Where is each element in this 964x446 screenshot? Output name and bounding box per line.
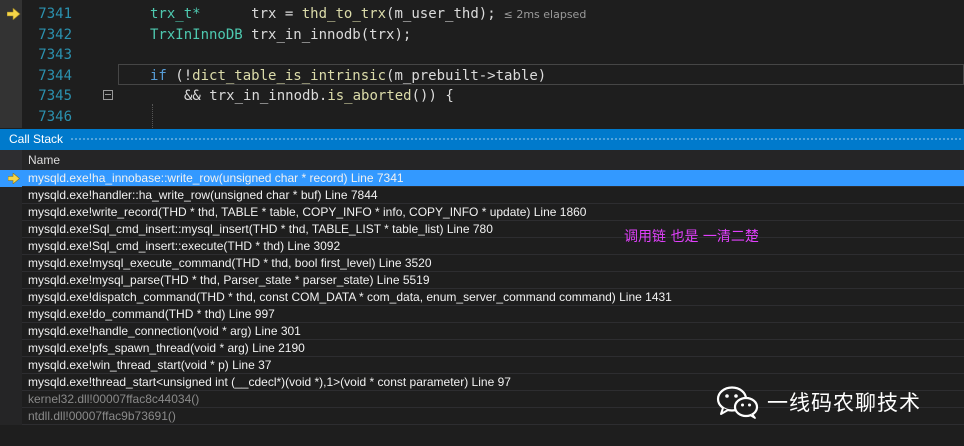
code-token: dict_table_is_intrinsic	[192, 67, 387, 84]
panel-drag-grip[interactable]	[70, 137, 962, 142]
code-token: ()) {	[411, 88, 454, 104]
code-token: (trx);	[360, 26, 412, 43]
code-token: (m_prebuilt->	[386, 67, 496, 84]
stack-frame[interactable]: mysqld.exe!mysql_parse(THD * thd, Parser…	[0, 272, 964, 289]
stack-frame[interactable]: mysqld.exe!Sql_cmd_insert::mysql_insert(…	[0, 221, 964, 238]
frame-gutter	[0, 374, 22, 391]
stack-frame[interactable]: mysqld.exe!handle_connection(void * arg)…	[0, 323, 964, 340]
code-token: trx_in_innodb	[209, 88, 319, 104]
frame-gutter	[0, 306, 22, 323]
wechat-icon	[716, 386, 759, 419]
frame-name: mysqld.exe!Sql_cmd_insert::execute(THD *…	[28, 239, 341, 253]
stack-frame[interactable]: mysqld.exe!win_thread_start(void * p) Li…	[0, 357, 964, 374]
stack-frame-current[interactable]: mysqld.exe!ha_innobase::write_row(unsign…	[0, 170, 964, 187]
frame-name: kernel32.dll!00007ffac8c44034()	[28, 392, 200, 406]
frame-name: ntdll.dll!00007ffac9b73691()	[28, 409, 176, 423]
code-line[interactable]: 7345 && trx_in_innodb.is_aborted()) {	[0, 86, 964, 106]
line-number: 7344	[38, 67, 72, 84]
frame-name: mysqld.exe!mysql_execute_command(THD * t…	[28, 256, 432, 270]
frame-gutter	[0, 255, 22, 272]
column-name-header[interactable]: Name	[28, 150, 60, 170]
frame-gutter	[0, 187, 22, 204]
frame-name: mysqld.exe!ha_innobase::write_row(unsign…	[28, 171, 404, 185]
frame-name: mysqld.exe!dispatch_command(THD * thd, c…	[28, 290, 672, 304]
stack-frame[interactable]: mysqld.exe!do_command(THD * thd) Line 99…	[0, 306, 964, 323]
frame-name: mysqld.exe!write_record(THD * thd, TABLE…	[28, 205, 587, 219]
stack-frame[interactable]: mysqld.exe!pfs_spawn_thread(void * arg) …	[0, 340, 964, 357]
line-number: 7341	[38, 6, 72, 22]
stack-frame[interactable]: mysqld.exe!mysql_execute_command(THD * t…	[0, 255, 964, 272]
code-text: trx_t* trx = thd_to_trx(m_user_thd); ≤ 2m…	[150, 4, 586, 25]
line-number: 7342	[38, 26, 72, 43]
line-number: 7346	[38, 108, 72, 125]
frame-gutter	[0, 204, 22, 221]
watermark: 一线码农聊技术	[715, 384, 921, 420]
code-token: thd_to_trx	[301, 6, 387, 22]
frame-name: mysqld.exe!Sql_cmd_insert::mysql_insert(…	[28, 222, 493, 236]
code-token: trx	[251, 6, 277, 22]
code-token: )	[537, 67, 547, 84]
frame-name: mysqld.exe!handler::ha_write_row(unsigne…	[28, 188, 378, 202]
watermark-text: 一线码农聊技术	[767, 391, 921, 415]
stack-frame[interactable]: mysqld.exe!dispatch_command(THD * thd, c…	[0, 289, 964, 306]
code-text: && trx_in_innodb.is_aborted()) {	[184, 86, 454, 106]
code-editor[interactable]: 7341 trx_t* trx = thd_to_trx(m_user_thd);…	[0, 0, 964, 128]
frame-name: mysqld.exe!win_thread_start(void * p) Li…	[28, 358, 272, 372]
code-line[interactable]: 7341 trx_t* trx = thd_to_trx(m_user_thd);…	[0, 4, 964, 24]
code-token: if	[150, 67, 167, 84]
frame-name: mysqld.exe!pfs_spawn_thread(void * arg) …	[28, 341, 305, 355]
frame-gutter	[0, 221, 22, 238]
current-frame-arrow-icon	[8, 173, 20, 184]
line-number: 7345	[38, 88, 72, 104]
code-line[interactable]: 7342 TrxInInnoDB trx_in_innodb(trx);	[0, 25, 964, 45]
code-token: is_aborted	[327, 88, 412, 104]
frame-gutter	[0, 357, 22, 374]
call-stack-title: Call Stack	[9, 132, 64, 146]
frame-gutter	[0, 238, 22, 255]
frame-name: mysqld.exe!handle_connection(void * arg)…	[28, 324, 301, 338]
code-token: trx_t*	[150, 6, 201, 22]
frame-gutter	[0, 289, 22, 306]
code-text: if (!dict_table_is_intrinsic(m_prebuilt-…	[150, 66, 546, 86]
frame-gutter	[0, 340, 22, 357]
frame-gutter	[0, 391, 22, 408]
perf-tip-elapsed[interactable]: ≤ 2ms elapsed	[504, 8, 587, 21]
stack-frame[interactable]: mysqld.exe!handler::ha_write_row(unsigne…	[0, 187, 964, 204]
code-token: =	[276, 6, 302, 22]
code-token: &&	[184, 88, 210, 104]
column-header-gutter	[0, 150, 22, 170]
frame-name: mysqld.exe!thread_start<unsigned int (__…	[28, 375, 511, 389]
stack-frame[interactable]: mysqld.exe!write_record(THD * thd, TABLE…	[0, 204, 964, 221]
frame-gutter	[0, 170, 22, 187]
code-token: table	[495, 67, 538, 84]
call-stack-title-bar[interactable]: Call Stack	[0, 129, 964, 150]
code-token: trx_in_innodb	[251, 26, 361, 43]
code-line[interactable]: 7344 if (!dict_table_is_intrinsic(m_prebu…	[0, 66, 964, 86]
frame-name: mysqld.exe!do_command(THD * thd) Line 99…	[28, 307, 275, 321]
column-header: Name	[0, 150, 964, 170]
code-text: TrxInInnoDB trx_in_innodb(trx);	[150, 25, 411, 45]
stack-frame[interactable]: mysqld.exe!Sql_cmd_insert::execute(THD *…	[0, 238, 964, 255]
code-line[interactable]: 7346	[0, 107, 964, 127]
annotation-text: 调用链 也是 一清二楚	[624, 229, 759, 245]
frame-name: mysqld.exe!mysql_parse(THD * thd, Parser…	[28, 273, 430, 287]
code-line[interactable]: 7343	[0, 45, 964, 65]
frame-gutter	[0, 408, 22, 425]
frame-gutter	[0, 272, 22, 289]
code-token: (m_user_thd);	[386, 6, 496, 22]
line-number: 7343	[38, 47, 72, 63]
code-token: (!	[166, 67, 193, 84]
frame-gutter	[0, 323, 22, 340]
code-token: TrxInInnoDB	[150, 26, 243, 43]
